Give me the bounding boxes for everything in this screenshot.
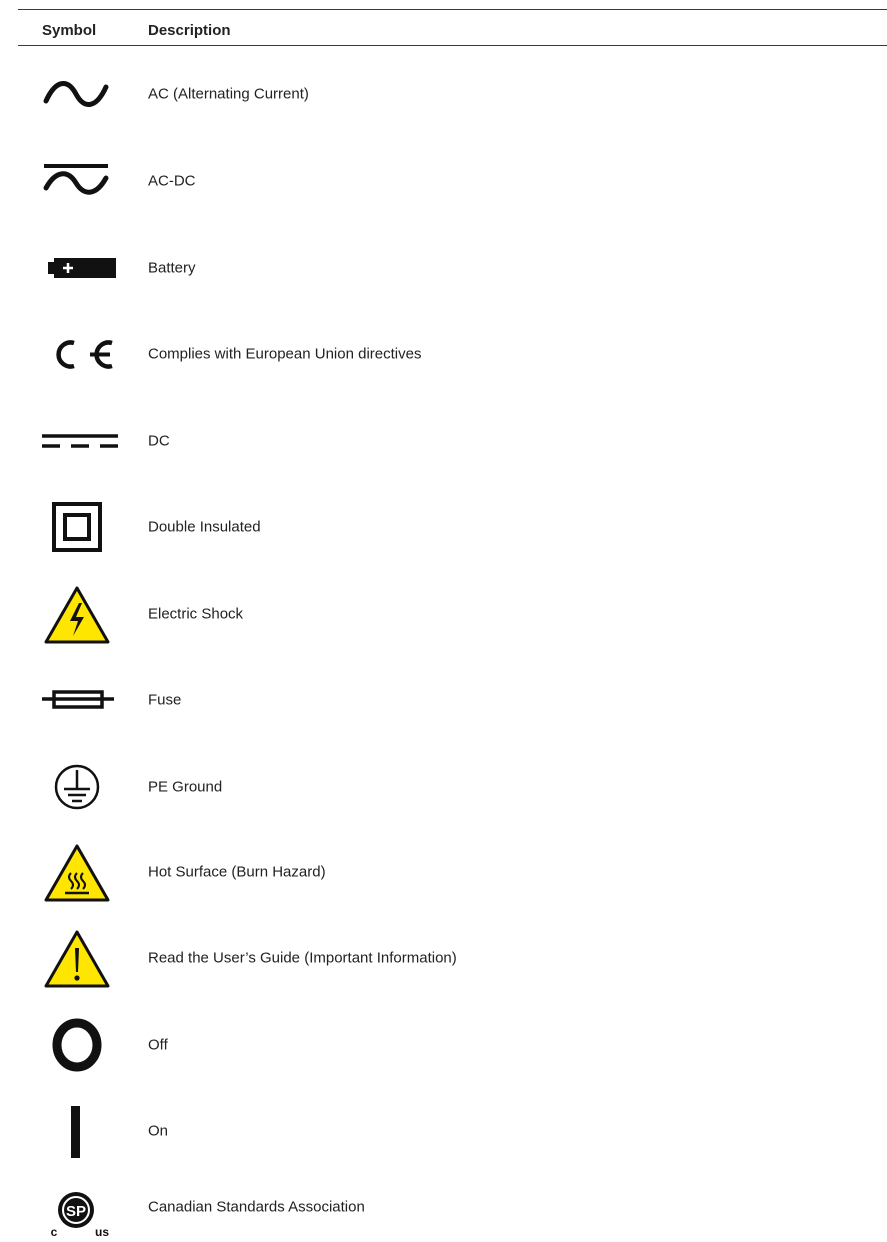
- table-row: PE Ground: [18, 752, 887, 822]
- double-insulated-icon: [32, 492, 120, 562]
- ce-mark-icon: [32, 319, 120, 389]
- row-description: Double Insulated: [148, 518, 261, 536]
- table-row: Off: [18, 1010, 887, 1080]
- row-description: AC-DC: [148, 172, 196, 190]
- table-header-rule: [18, 45, 887, 46]
- dc-icon: [32, 406, 120, 476]
- row-description: Canadian Standards Association: [148, 1198, 365, 1216]
- row-description: Fuse: [148, 691, 182, 709]
- ac-icon: [32, 59, 120, 129]
- table-row: Read the User’s Guide (Important Informa…: [18, 923, 887, 993]
- row-description: On: [148, 1122, 169, 1140]
- header-symbol: Symbol: [42, 22, 97, 39]
- header-description: Description: [148, 22, 231, 39]
- table-row: AC (Alternating Current): [18, 59, 887, 129]
- row-description: AC (Alternating Current): [148, 85, 309, 103]
- table-header: Symbol Description: [18, 10, 887, 45]
- ac-dc-icon: [32, 146, 120, 216]
- row-description: PE Ground: [148, 778, 223, 796]
- row-description: Off: [148, 1036, 168, 1054]
- row-description: Electric Shock: [148, 605, 244, 623]
- csa-mark-us: us: [95, 1225, 109, 1239]
- row-description: Complies with European Union directives: [148, 345, 422, 363]
- row-description: Battery: [148, 259, 196, 277]
- table-row: Complies with European Union directives: [18, 319, 887, 389]
- table-row: On: [18, 1096, 887, 1166]
- table-row: Battery: [18, 233, 887, 303]
- table-row: Double Insulated: [18, 492, 887, 562]
- table-row: AC-DC: [18, 146, 887, 216]
- electric-shock-warning-icon: [32, 579, 120, 649]
- table-row: SP c us Canadian Standards Association: [18, 1172, 887, 1242]
- caution-warning-icon: [32, 923, 120, 993]
- row-description: DC: [148, 432, 170, 450]
- on-icon: [32, 1096, 120, 1166]
- hot-surface-warning-icon: [32, 837, 120, 907]
- pe-ground-icon: [32, 752, 120, 822]
- row-description: Hot Surface (Burn Hazard): [148, 863, 326, 881]
- row-description: Read the User’s Guide (Important Informa…: [148, 949, 457, 967]
- fuse-icon: [32, 665, 120, 735]
- table-row: Electric Shock: [18, 579, 887, 649]
- off-icon: [32, 1010, 120, 1080]
- battery-icon: [32, 233, 120, 303]
- csa-mark-c: c: [51, 1225, 58, 1239]
- symbols-table: Symbol Description AC (Alternating Curre…: [18, 9, 887, 1239]
- table-row: Hot Surface (Burn Hazard): [18, 837, 887, 907]
- table-row: Fuse: [18, 665, 887, 735]
- csa-mark-icon: SP c us: [32, 1172, 120, 1242]
- table-row: DC: [18, 406, 887, 476]
- csa-mark-letters: SP: [66, 1203, 86, 1220]
